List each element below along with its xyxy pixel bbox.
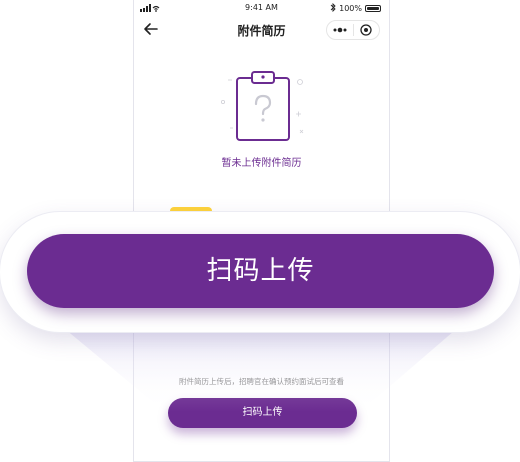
battery-percent: 100% — [339, 4, 362, 13]
scan-upload-button[interactable]: 扫码上传 — [168, 398, 357, 428]
clipboard-question-icon — [221, 71, 304, 141]
scan-upload-button-magnified[interactable]: 扫码上传 — [27, 234, 494, 308]
bluetooth-icon — [330, 2, 336, 14]
more-menu-button[interactable] — [327, 21, 353, 39]
upload-hint-text: 附件简历上传后，招聘官在确认预约面试后可查看 — [179, 377, 344, 386]
empty-state-text: 暂未上传附件简历 — [221, 158, 302, 169]
nav-bar: 附件简历 — [134, 16, 389, 44]
close-mini-program-button[interactable] — [354, 21, 380, 39]
battery-icon — [365, 5, 381, 12]
status-bar: 9:41 AM 100% — [134, 0, 389, 16]
mini-program-capsule — [326, 20, 380, 40]
